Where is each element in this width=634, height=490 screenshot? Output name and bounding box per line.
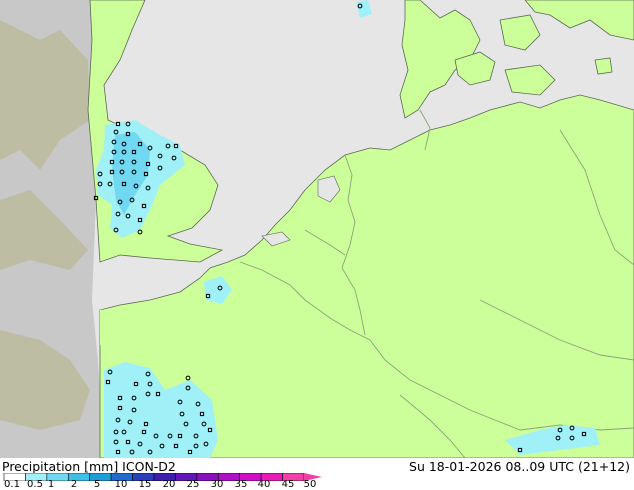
colorbar-tick-label: 0.5: [27, 479, 43, 490]
colorbar-tick-label: 45: [281, 479, 295, 490]
colorbar-tick-label: 10: [114, 479, 128, 490]
colorbar-tick-label: 25: [186, 479, 200, 490]
valid-time-label: Su 18-01-2026 08..09 UTC (21+12): [409, 459, 630, 474]
legend-title: Precipitation [mm] ICON-D2: [2, 459, 176, 474]
colorbar-tick-label: 5: [93, 479, 101, 490]
colorbar-tick-label: 1: [47, 479, 55, 490]
colorbar-tick-label: 35: [234, 479, 248, 490]
colorbar-tick-label: 40: [257, 479, 271, 490]
colorbar-tick-label: 0.1: [4, 479, 20, 490]
colorbar-tick-label: 15: [138, 479, 152, 490]
precipitation-map: [0, 0, 634, 458]
colorbar-tick-label: 20: [162, 479, 176, 490]
colorbar-tick-label: 30: [210, 479, 224, 490]
colorbar-tick-label: 50: [303, 479, 317, 490]
colorbar-tick-label: 2: [70, 479, 78, 490]
